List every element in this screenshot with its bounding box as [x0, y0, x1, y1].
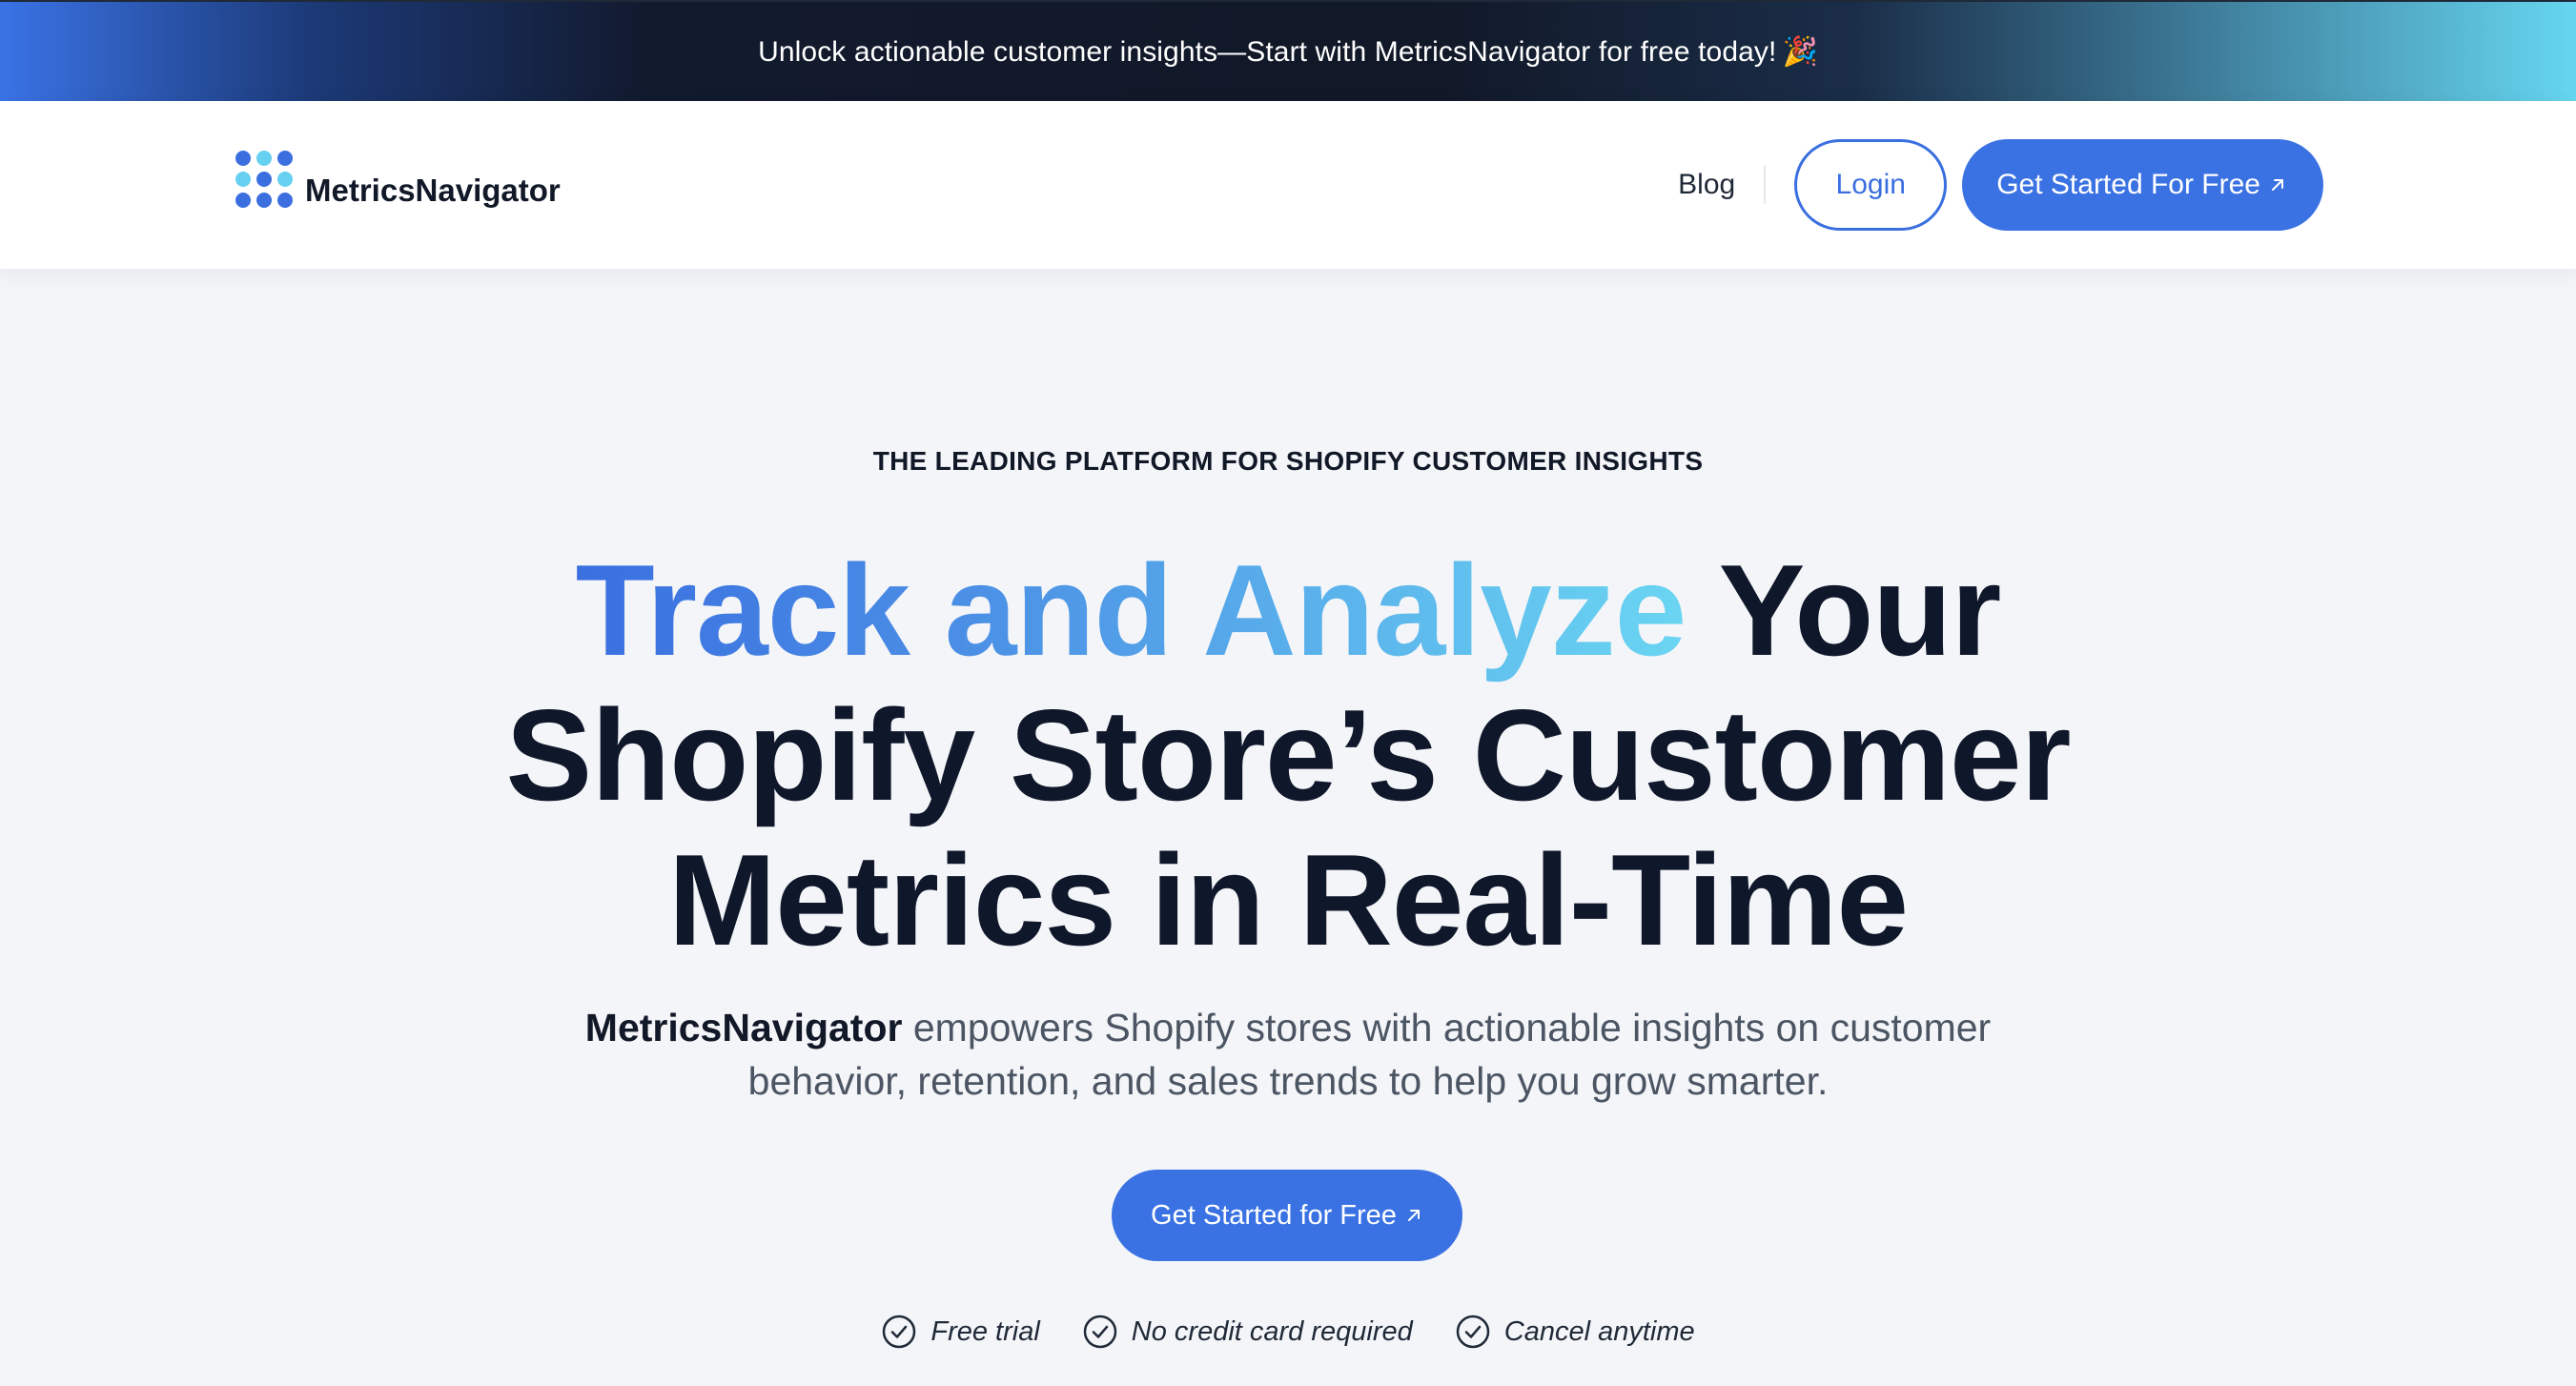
login-button[interactable]: Login	[1794, 139, 1948, 231]
nav-link-blog[interactable]: Blog	[1678, 169, 1764, 201]
nav-get-started-button[interactable]: Get Started For Free	[1962, 139, 2323, 231]
hero-get-started-button[interactable]: Get Started for Free	[1112, 1170, 1462, 1261]
party-popper-icon: 🎉	[1782, 35, 1818, 68]
brand-logo-link[interactable]: MetricsNavigator	[235, 151, 561, 208]
headline-line1-rest: Your	[1686, 538, 2002, 683]
announcement-text: Unlock actionable customer insights—Star…	[758, 35, 1818, 69]
headline-highlight: Track and Analyze	[575, 538, 1687, 683]
check-circle-icon	[883, 1315, 916, 1349]
arrow-up-right-icon	[1407, 1210, 1420, 1221]
announcement-bar: Unlock actionable customer insights—Star…	[0, 0, 2576, 101]
hero-get-started-label: Get Started for Free	[1151, 1199, 1397, 1231]
dot-grid-logo-icon	[235, 151, 293, 208]
check-circle-icon	[1456, 1315, 1490, 1349]
nav-get-started-label: Get Started For Free	[1996, 169, 2260, 200]
headline-line2: Shopify Store’s Customer	[505, 683, 2071, 827]
nav-actions: Blog Login Get Started For Free	[1678, 139, 2323, 231]
perk-free-trial: Free trial	[881, 1314, 1040, 1350]
announcement-message: Unlock actionable customer insights—Star…	[758, 35, 1777, 68]
perk-label: No credit card required	[1131, 1315, 1413, 1347]
hero-headline: Track and Analyze Your Shopify Store’s C…	[335, 538, 2241, 972]
nav-divider	[1764, 166, 1767, 204]
subhead-brand: MetricsNavigator	[584, 1006, 903, 1050]
subhead-text: empowers Shopify stores with actionable …	[747, 1006, 1992, 1103]
perk-no-credit-card: No credit card required	[1082, 1314, 1413, 1350]
brand-name: MetricsNavigator	[305, 173, 561, 208]
perk-cancel-anytime: Cancel anytime	[1455, 1314, 1695, 1350]
arrow-up-right-icon	[2272, 179, 2283, 191]
perk-label: Free trial	[930, 1315, 1040, 1347]
top-nav: MetricsNavigator Blog Login Get Started …	[0, 101, 2576, 269]
perks-list: Free trial No credit card required Cance…	[0, 1314, 2576, 1350]
headline-line3: Metrics in Real-Time	[667, 827, 1909, 972]
hero-eyebrow: THE LEADING PLATFORM FOR SHOPIFY CUSTOME…	[872, 446, 1704, 476]
check-circle-icon	[1083, 1315, 1117, 1349]
perk-label: Cancel anytime	[1503, 1315, 1695, 1347]
hero-subhead: MetricsNavigator empowers Shopify stores…	[525, 1001, 2051, 1108]
